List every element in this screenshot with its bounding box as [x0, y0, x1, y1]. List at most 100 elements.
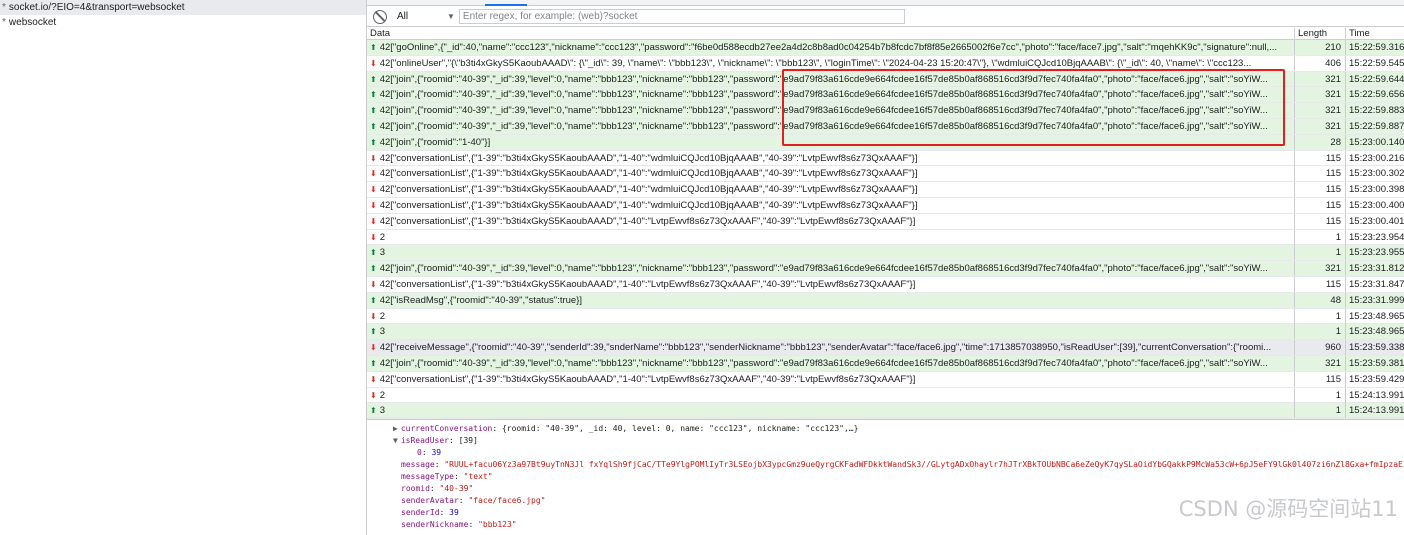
clear-icon[interactable]: [373, 9, 387, 24]
detail-line: message: "RUUL+facu06Yz3a97Bt9uyTnN3Jl f…: [401, 459, 1404, 471]
message-text: 42["goOnline",{"_id":40,"name":"ccc123",…: [379, 42, 1278, 53]
cell-length: 1: [1294, 324, 1345, 340]
column-header-time[interactable]: Time: [1345, 28, 1404, 40]
cell-time: 15:23:59.381: [1345, 355, 1404, 371]
request-list-panel: * socket.io/?EIO=4&transport=websocket * we…: [0, 0, 367, 535]
cell-length: 1: [1294, 403, 1345, 419]
cell-time: 15:23:23.955: [1345, 245, 1404, 261]
cell-time: 15:22:59.883: [1345, 103, 1404, 119]
table-row[interactable]: ⬇ 42["onlineUser","{\"b3ti4xGkyS5KaoubAAA…: [367, 55, 1404, 72]
table-row[interactable]: ⬇ 42["conversationList",{"1-39":"b3ti4xGk…: [367, 213, 1404, 230]
detail-value: 39: [449, 508, 459, 517]
table-row[interactable]: ⬆ 3 1 15:24:13.991: [367, 403, 1404, 419]
cell-time: 15:23:59.429: [1345, 371, 1404, 387]
detail-value: {roomid: "40-39", _id: 40, level: 0, nam…: [501, 424, 859, 433]
cell-data: ⬇ 2: [367, 309, 1294, 324]
cell-data: ⬆ 42["join",{"roomid":"40-39","_id":39,"l…: [367, 87, 1294, 102]
messages-table: Data Length Time ⬆ 42["goOnline",{"_id":4…: [367, 28, 1404, 419]
filter-regex-input[interactable]: [458, 9, 905, 24]
cell-length: 406: [1294, 55, 1345, 71]
column-header-data[interactable]: Data: [367, 28, 1294, 40]
cell-time: 15:23:00.400: [1345, 197, 1404, 213]
cell-data: ⬆ 42["join",{"roomid":"1-40"}]: [367, 135, 1294, 150]
detail-value: "40-39": [439, 484, 474, 493]
detail-value: "text": [463, 472, 493, 481]
cell-time: 15:23:31.847: [1345, 276, 1404, 292]
detail-line[interactable]: ▼ isReadUser: [39]: [393, 435, 478, 447]
detail-line: 0: 39: [417, 447, 441, 459]
chevron-down-icon[interactable]: ▼: [447, 12, 455, 21]
arrow-up-icon: ⬆: [370, 74, 377, 84]
detail-separator: :: [449, 436, 459, 445]
expand-caret-icon[interactable]: ▶: [393, 424, 398, 433]
cell-length: 115: [1294, 276, 1345, 292]
table-row[interactable]: ⬇ 2 1 15:24:13.991: [367, 387, 1404, 404]
collapse-caret-icon[interactable]: ▼: [393, 436, 398, 445]
cell-time: 15:22:59.545: [1345, 55, 1404, 71]
detail-line[interactable]: ▶ currentConversation: {roomid: "40-39", …: [393, 423, 858, 435]
table-row[interactable]: ⬆ 42["join",{"roomid":"1-40"}] 28 15:23:00.…: [367, 134, 1404, 151]
table-row[interactable]: ⬆ 42["goOnline",{"_id":40,"name":"ccc123"…: [367, 40, 1404, 56]
arrow-up-icon: ⬆: [370, 248, 377, 258]
table-row[interactable]: ⬇ 2 1 15:23:23.954: [367, 229, 1404, 246]
message-text: 42["receiveMessage",{"roomid":"40-39","s…: [379, 342, 1272, 354]
message-text: 42["join",{"roomid":"40-39","_id":39,"le…: [379, 357, 1268, 369]
arrow-down-icon: ⬇: [370, 279, 377, 289]
table-row[interactable]: ⬆ 42["join",{"roomid":"40-39","_id":39,"l…: [367, 118, 1404, 135]
table-row[interactable]: ⬆ 3 1 15:23:48.965: [367, 324, 1404, 341]
cell-length: 210: [1294, 40, 1345, 55]
request-item[interactable]: * socket.io/?EIO=4&transport=websocket: [0, 0, 366, 15]
arrow-up-icon: ⬆: [370, 358, 377, 368]
table-row[interactable]: ⬇ 42["conversationList",{"1-39":"b3ti4xGk…: [367, 371, 1404, 388]
cell-data: ⬆ 3: [367, 324, 1294, 339]
filter-bar: All ▼: [367, 7, 1404, 27]
cell-data: ⬆ 42["join",{"roomid":"40-39","_id":39,"l…: [367, 261, 1294, 276]
request-item[interactable]: * websocket: [0, 15, 366, 30]
arrow-down-icon: ⬇: [370, 216, 377, 226]
cell-time: 15:24:13.991: [1345, 403, 1404, 419]
cell-time: 15:23:59.338: [1345, 340, 1404, 356]
message-text: 2: [379, 310, 385, 322]
arrow-up-icon: ⬆: [370, 137, 377, 147]
detail-separator: :: [453, 472, 464, 481]
cell-data: ⬆ 42["goOnline",{"_id":40,"name":"ccc123"…: [367, 40, 1294, 55]
cell-time: 15:23:00.302: [1345, 166, 1404, 182]
cell-length: 115: [1294, 197, 1345, 213]
cell-length: 48: [1294, 292, 1345, 308]
messages-panel: All ▼ Data Length Time ⬆ 42["goOnline",{"…: [367, 0, 1404, 535]
table-row[interactable]: ⬆ 42["isReadMsg",{"roomid":"40-39","statu…: [367, 292, 1404, 309]
cell-data: ⬇ 42["receiveMessage",{"roomid":"40-39","…: [367, 340, 1294, 355]
table-row[interactable]: ⬇ 42["conversationList",{"1-39":"b3ti4xGk…: [367, 276, 1404, 293]
column-header-length[interactable]: Length: [1294, 28, 1345, 40]
arrow-down-icon: ⬇: [370, 153, 377, 163]
request-label: websocket: [8, 17, 57, 28]
arrow-down-icon: ⬇: [370, 185, 377, 195]
table-row[interactable]: ⬆ 3 1 15:23:23.955: [367, 245, 1404, 262]
table-row[interactable]: ⬇ 42["conversationList",{"1-39":"b3ti4xGk…: [367, 197, 1404, 214]
filter-type-select[interactable]: All: [397, 11, 441, 22]
table-row[interactable]: ⬆ 42["join",{"roomid":"40-39","_id":39,"l…: [367, 261, 1404, 277]
detail-key: currentConversation: [400, 424, 493, 433]
detail-separator: :: [439, 508, 450, 517]
message-text: 3: [379, 247, 385, 259]
cell-length: 115: [1294, 166, 1345, 182]
cell-time: 15:23:31.812: [1345, 261, 1404, 277]
cell-length: 115: [1294, 371, 1345, 387]
table-row[interactable]: ⬆ 42["join",{"roomid":"40-39","_id":39,"l…: [367, 355, 1404, 372]
table-row[interactable]: ⬇ 42["conversationList",{"1-39":"b3ti4xGk…: [367, 150, 1404, 167]
message-text: 42["conversationList",{"1-39":"b3ti4xGky…: [379, 152, 918, 164]
table-row[interactable]: ⬆ 42["join",{"roomid":"40-39","_id":39,"l…: [367, 103, 1404, 119]
cell-time: 15:22:59.656: [1345, 87, 1404, 103]
message-text: 42["conversationList",{"1-39":"b3ti4xGky…: [379, 168, 918, 180]
table-row[interactable]: ⬇ 2 1 15:23:48.965: [367, 308, 1404, 325]
detail-key: isReadUser: [400, 436, 449, 445]
table-row[interactable]: ⬆ 42["join",{"roomid":"40-39","_id":39,"l…: [367, 71, 1404, 88]
message-text: 42["join",{"roomid":"40-39","_id":39,"le…: [379, 120, 1268, 132]
table-body: ⬆ 42["goOnline",{"_id":40,"name":"ccc123"…: [367, 40, 1404, 419]
table-row[interactable]: ⬇ 42["receiveMessage",{"roomid":"40-39","…: [367, 340, 1404, 356]
message-text: 42["conversationList",{"1-39":"b3ti4xGky…: [379, 373, 916, 385]
table-row[interactable]: ⬇ 42["conversationList",{"1-39":"b3ti4xGk…: [367, 182, 1404, 198]
table-row[interactable]: ⬇ 42["conversationList",{"1-39":"b3ti4xGk…: [367, 166, 1404, 183]
table-row[interactable]: ⬆ 42["join",{"roomid":"40-39","_id":39,"l…: [367, 87, 1404, 104]
cell-length: 1: [1294, 308, 1345, 324]
